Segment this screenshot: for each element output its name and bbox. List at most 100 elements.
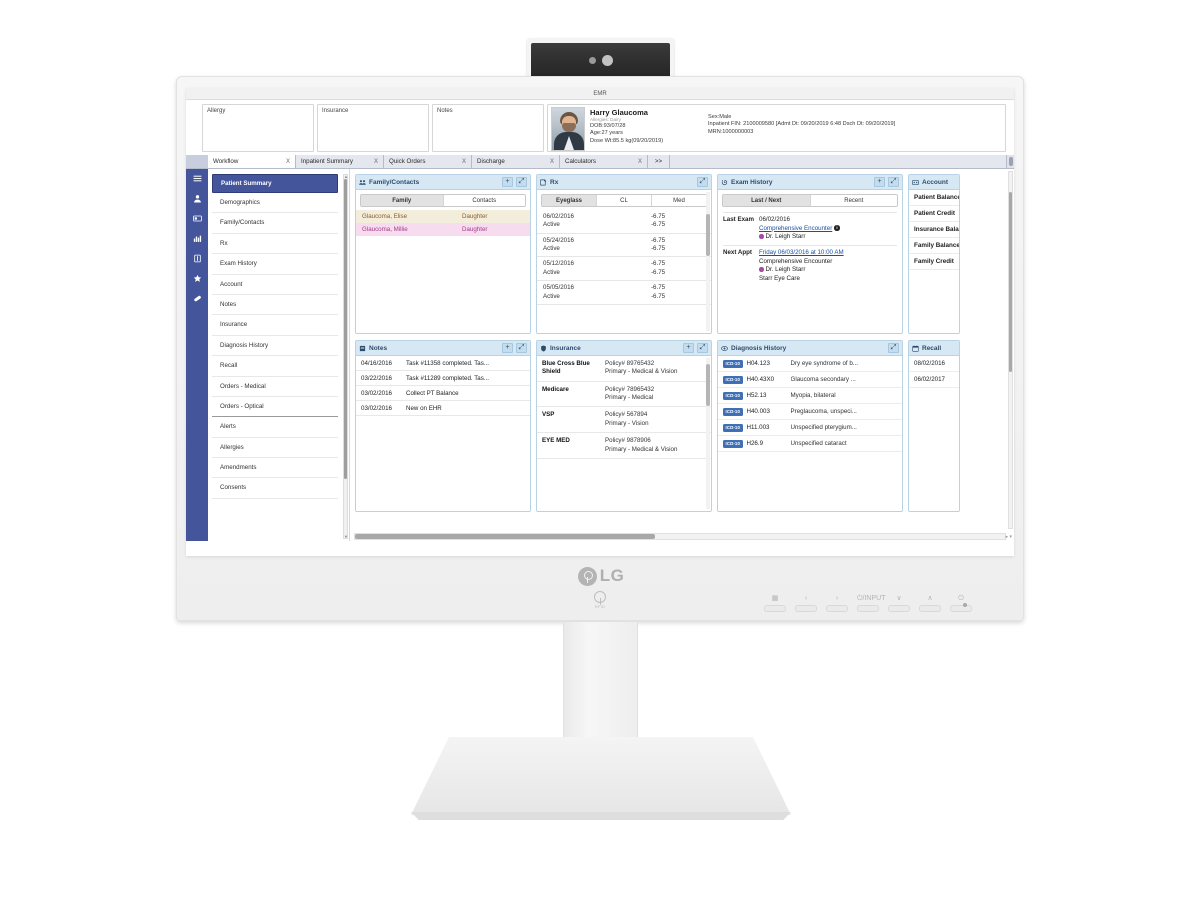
- tab-workflow[interactable]: Workflow X: [208, 155, 296, 168]
- list-item[interactable]: 06/02/2017: [909, 372, 959, 388]
- button-pad[interactable]: [826, 605, 848, 612]
- book-icon[interactable]: [192, 253, 203, 264]
- button-pad[interactable]: [795, 605, 817, 612]
- table-row[interactable]: 05/12/2016 Active -6.75 -6.75: [537, 257, 711, 282]
- tab-contacts[interactable]: Contacts: [443, 195, 525, 206]
- close-icon[interactable]: X: [638, 159, 642, 165]
- table-row[interactable]: ICD-10 H40.003 Preglaucoma, unspeci...: [718, 404, 902, 420]
- table-row[interactable]: ICD-10 H11.003 Unspecified pterygium...: [718, 420, 902, 436]
- navigation-scrollbar[interactable]: ▲ ▼: [343, 174, 348, 539]
- tab-eyeglass[interactable]: Eyeglass: [542, 195, 597, 206]
- expand-button[interactable]: ⤢: [516, 177, 527, 187]
- last-exam-type-link[interactable]: Comprehensive Encounter: [759, 225, 832, 232]
- sidebar-item-rx[interactable]: Rx: [212, 234, 338, 255]
- pill-icon[interactable]: [192, 293, 203, 304]
- insurance-card[interactable]: Insurance: [317, 104, 429, 152]
- table-row[interactable]: ICD-10 H52.13 Myopia, bilateral: [718, 388, 902, 404]
- sidebar-item-allergies[interactable]: Allergies: [212, 438, 338, 459]
- scrollbar-thumb[interactable]: [706, 364, 710, 406]
- tab-cl[interactable]: CL: [597, 195, 652, 206]
- scroll-corner-buttons[interactable]: ▸ ▾: [1006, 534, 1012, 540]
- sidebar-item-alerts[interactable]: Alerts: [212, 417, 338, 438]
- close-icon[interactable]: X: [550, 159, 554, 165]
- allergy-card[interactable]: Allergy: [202, 104, 314, 152]
- add-button[interactable]: +: [683, 343, 694, 353]
- list-item[interactable]: 08/02/2016: [909, 356, 959, 372]
- sidebar-item-demographics[interactable]: Demographics: [212, 193, 338, 214]
- tab-strip-scrollbar[interactable]: [1006, 155, 1014, 168]
- up-button[interactable]: ∧: [919, 594, 941, 612]
- scrollbar-thumb[interactable]: [344, 179, 347, 479]
- scrollbar[interactable]: [706, 358, 710, 509]
- tab-overflow-button[interactable]: >>: [648, 155, 670, 168]
- card-icon[interactable]: [192, 213, 203, 224]
- table-row[interactable]: 03/02/2016 New on EHR: [356, 401, 530, 416]
- list-item[interactable]: Patient Balance: [909, 190, 959, 206]
- next-appt-date-link[interactable]: Friday 06/03/2016 at 10:00 AM: [759, 249, 844, 256]
- tab-discharge[interactable]: Discharge X: [472, 155, 560, 168]
- list-item[interactable]: Insurance Balance: [909, 222, 959, 238]
- sidebar-item-orders-optical[interactable]: Orders - Optical: [212, 397, 338, 418]
- tab-calculators[interactable]: Calculators X: [560, 155, 648, 168]
- table-row[interactable]: 04/16/2016 Task #11358 completed. Tas...: [356, 356, 530, 371]
- expand-button[interactable]: ⤢: [888, 343, 899, 353]
- close-icon[interactable]: X: [286, 159, 290, 165]
- table-row[interactable]: 05/05/2016 Active -6.75 -6.75: [537, 281, 711, 305]
- close-icon[interactable]: X: [462, 159, 466, 165]
- down-button[interactable]: ∨: [888, 594, 910, 612]
- tab-quick-orders[interactable]: Quick Orders X: [384, 155, 472, 168]
- table-row[interactable]: VSP Policy# 567894 Primary - Vision: [537, 407, 711, 434]
- expand-button[interactable]: ⤢: [888, 177, 899, 187]
- tab-inpatient-summary[interactable]: Inpatient Summary X: [296, 155, 384, 168]
- menu-grid-button[interactable]: ▦: [764, 594, 786, 612]
- chevron-down-icon[interactable]: ▼: [344, 534, 348, 539]
- menu-icon[interactable]: [192, 173, 203, 184]
- star-icon[interactable]: [192, 273, 203, 284]
- list-item[interactable]: Family Credit: [909, 254, 959, 270]
- list-item[interactable]: Patient Credit: [909, 206, 959, 222]
- add-button[interactable]: +: [874, 177, 885, 187]
- table-row[interactable]: Blue Cross Blue Shield Policy# 89765432 P…: [537, 356, 711, 382]
- table-row[interactable]: 03/22/2016 Task #11289 completed. Tas...: [356, 371, 530, 386]
- button-pad[interactable]: [888, 605, 910, 612]
- info-icon[interactable]: i: [834, 225, 840, 231]
- button-pad[interactable]: [919, 605, 941, 612]
- sidebar-item-family-contacts[interactable]: Family/Contacts: [212, 213, 338, 234]
- table-row[interactable]: ICD-10 H04.123 Dry eye syndrome of b...: [718, 356, 902, 372]
- sidebar-item-notes[interactable]: Notes: [212, 295, 338, 316]
- sidebar-item-consents[interactable]: Consents: [212, 478, 338, 499]
- scrollbar[interactable]: [706, 192, 710, 331]
- table-row[interactable]: 05/24/2016 Active -6.75 -6.75: [537, 234, 711, 258]
- scrollbar-thumb[interactable]: [355, 534, 655, 539]
- close-icon[interactable]: X: [374, 159, 378, 165]
- scrollbar-thumb[interactable]: [1009, 192, 1012, 372]
- tab-med[interactable]: Med: [652, 195, 706, 206]
- sidebar-item-patient-summary[interactable]: Patient Summary: [212, 174, 338, 193]
- table-row[interactable]: ICD-10 H26.9 Unspecified cataract: [718, 436, 902, 452]
- table-row[interactable]: 06/02/2016 Active -6.75 -6.75: [537, 210, 711, 234]
- expand-button[interactable]: ⤢: [697, 177, 708, 187]
- sidebar-item-amendments[interactable]: Amendments: [212, 458, 338, 479]
- scrollbar-thumb[interactable]: [706, 214, 710, 256]
- table-row[interactable]: ICD-10 H40.43X0 Glaucoma secondary ...: [718, 372, 902, 388]
- add-button[interactable]: +: [502, 343, 513, 353]
- tab-family[interactable]: Family: [361, 195, 444, 206]
- button-pad[interactable]: [764, 605, 786, 612]
- table-row[interactable]: 03/02/2016 Collect PT Balance: [356, 386, 530, 401]
- right-button[interactable]: ›: [826, 594, 848, 612]
- list-item[interactable]: Family Balance: [909, 238, 959, 254]
- chart-icon[interactable]: [192, 233, 203, 244]
- button-pad[interactable]: [857, 605, 879, 612]
- panels-horizontal-scrollbar[interactable]: [354, 533, 1006, 540]
- notes-card[interactable]: Notes: [432, 104, 544, 152]
- sidebar-item-account[interactable]: Account: [212, 275, 338, 295]
- tab-recent[interactable]: Recent: [810, 195, 897, 206]
- sidebar-item-orders-medical[interactable]: Orders - Medical: [212, 377, 338, 397]
- table-row[interactable]: Medicare Policy# 78965432 Primary - Medic…: [537, 382, 711, 408]
- list-item[interactable]: Glaucoma, Millie Daughter: [356, 223, 530, 236]
- sidebar-item-recall[interactable]: Recall: [212, 356, 338, 377]
- sidebar-item-insurance[interactable]: Insurance: [212, 315, 338, 336]
- power-button[interactable]: ⏻: [950, 594, 972, 612]
- list-item[interactable]: Glaucoma, Elise Daughter: [356, 210, 530, 223]
- input-button[interactable]: ⏻/INPUT: [857, 594, 885, 612]
